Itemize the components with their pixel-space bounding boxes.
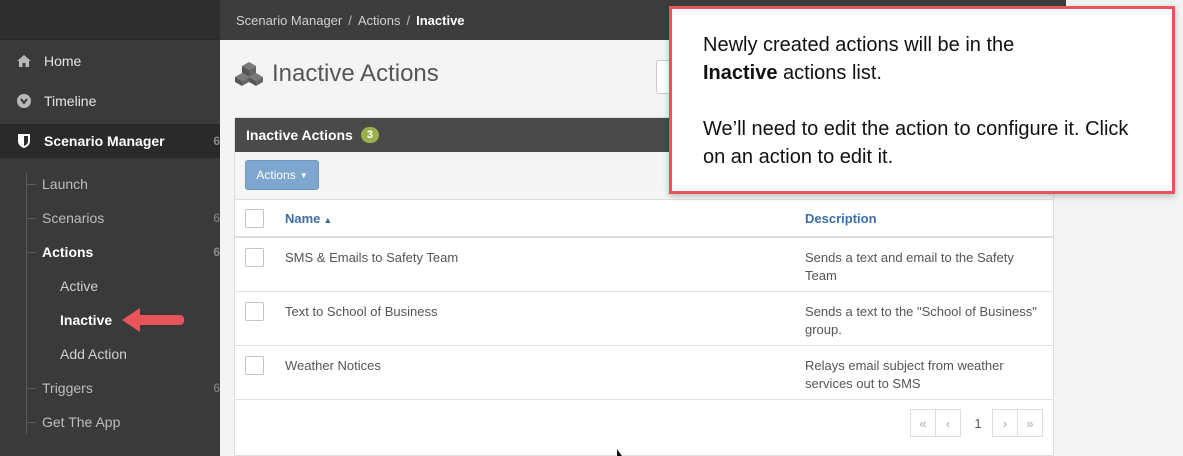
sidebar-item-trail: 6 (213, 134, 220, 148)
pagination-next-button[interactable]: › (992, 409, 1018, 437)
row-checkbox[interactable] (245, 248, 264, 267)
breadcrumb-scenario-manager[interactable]: Scenario Manager (236, 13, 342, 28)
table-row[interactable]: Text to School of Business Sends a text … (235, 292, 1053, 346)
tree-tick (26, 184, 36, 185)
annotation-callout: Newly created actions will be in the Ina… (669, 6, 1175, 194)
sidebar-item-scenario-manager[interactable]: Scenario Manager 6 (0, 124, 220, 158)
actions-button-label: Actions (256, 168, 296, 182)
callout-line-3: We’ll need to edit the action to configu… (703, 118, 1129, 168)
breadcrumb-separator: / (406, 12, 411, 28)
home-icon (14, 54, 34, 68)
cubes-icon (234, 61, 264, 87)
sidebar-action-inactive[interactable]: Inactive (60, 308, 112, 332)
actions-dropdown-button[interactable]: Actions ▼ (245, 160, 319, 190)
page-title-text: Inactive Actions (272, 60, 439, 87)
row-name[interactable]: SMS & Emails to Safety Team (285, 250, 458, 265)
table-row[interactable]: SMS & Emails to Safety Team Sends a text… (235, 238, 1053, 292)
callout-line-2: Inactive actions list. (703, 59, 1142, 87)
sidebar-subitem-label: Get The App (42, 414, 121, 430)
sidebar-action-active[interactable]: Active (60, 274, 98, 298)
pagination-current-page[interactable]: 1 (963, 409, 993, 437)
breadcrumb-actions[interactable]: Actions (358, 13, 401, 28)
callout-bold-word: Inactive (703, 62, 778, 84)
sidebar-subitem-scenarios[interactable]: Scenarios 6 (42, 206, 220, 230)
sidebar-action-add-action[interactable]: Add Action (60, 342, 127, 366)
row-name[interactable]: Text to School of Business (285, 304, 437, 319)
caret-down-icon: ▼ (299, 170, 308, 180)
sidebar-subitem-label: Launch (42, 176, 88, 192)
sidebar-action-label: Add Action (60, 346, 127, 362)
sidebar-subitem-trail: 6 (213, 245, 220, 259)
sidebar-item-timeline[interactable]: Timeline (0, 84, 220, 118)
timeline-icon (14, 93, 34, 109)
sidebar-item-label: Scenario Manager (44, 133, 165, 149)
red-arrow-icon (118, 304, 186, 341)
table-header: Name ▲ Description (235, 200, 1053, 238)
tree-tick (26, 422, 36, 423)
sidebar-item-label: Home (44, 53, 82, 69)
tree-tick (26, 388, 36, 389)
row-description: Sends a text and email to the Safety Tea… (805, 250, 1014, 283)
panel-title: Inactive Actions (246, 127, 353, 143)
page-title: Inactive Actions (234, 60, 439, 88)
table-row[interactable]: Weather Notices Relays email subject fro… (235, 346, 1053, 400)
sidebar-action-label: Active (60, 278, 99, 294)
tree-tick (26, 252, 36, 253)
sidebar-item-label: Timeline (44, 93, 97, 109)
callout-line-1: Newly created actions will be in the (703, 34, 1015, 56)
column-name-header[interactable]: Name ▲ (285, 211, 332, 226)
pagination-last-button[interactable]: » (1017, 409, 1043, 437)
select-all-checkbox[interactable] (245, 209, 264, 228)
sidebar-top-bar (0, 0, 220, 40)
pagination: « ‹ 1 › » (910, 409, 1043, 437)
row-checkbox[interactable] (245, 302, 264, 321)
tree-line (26, 172, 27, 434)
mouse-cursor-icon (616, 446, 626, 456)
pagination-first-button[interactable]: « (910, 409, 936, 437)
row-name[interactable]: Weather Notices (285, 358, 381, 373)
sidebar-subitem-triggers[interactable]: Triggers 6 (42, 376, 220, 400)
sidebar-subitem-get-the-app[interactable]: Get The App (42, 410, 120, 434)
sidebar-subitem-launch[interactable]: Launch (42, 172, 88, 196)
row-checkbox[interactable] (245, 356, 264, 375)
sidebar-subitem-trail: 6 (213, 211, 220, 225)
sort-asc-icon: ▲ (323, 215, 333, 225)
breadcrumb-separator: / (348, 12, 352, 28)
sidebar-action-label: Inactive (60, 312, 113, 328)
sidebar-subitem-trail: 6 (213, 381, 220, 395)
pagination-prev-button[interactable]: ‹ (935, 409, 961, 437)
row-description: Sends a text to the "School of Business"… (805, 304, 1037, 337)
count-badge: 3 (360, 127, 379, 143)
column-name-label: Name (285, 211, 321, 226)
sidebar: Home Timeline Scenario Manager 6 Launch … (0, 0, 220, 456)
callout-line-2-rest: actions list. (777, 62, 882, 84)
sidebar-subitem-label: Triggers (42, 380, 93, 396)
column-description-header[interactable]: Description (805, 211, 877, 226)
sidebar-subitem-actions[interactable]: Actions 6 (42, 240, 220, 264)
breadcrumb-inactive: Inactive (416, 12, 465, 28)
tree-tick (26, 218, 36, 219)
callout-spacer (703, 87, 1142, 115)
sidebar-subitem-label: Actions (42, 244, 94, 260)
row-description: Relays email subject from weather servic… (805, 358, 1004, 391)
sidebar-subitem-label: Scenarios (42, 210, 105, 226)
shield-icon (14, 133, 34, 149)
sidebar-item-home[interactable]: Home (0, 44, 220, 78)
